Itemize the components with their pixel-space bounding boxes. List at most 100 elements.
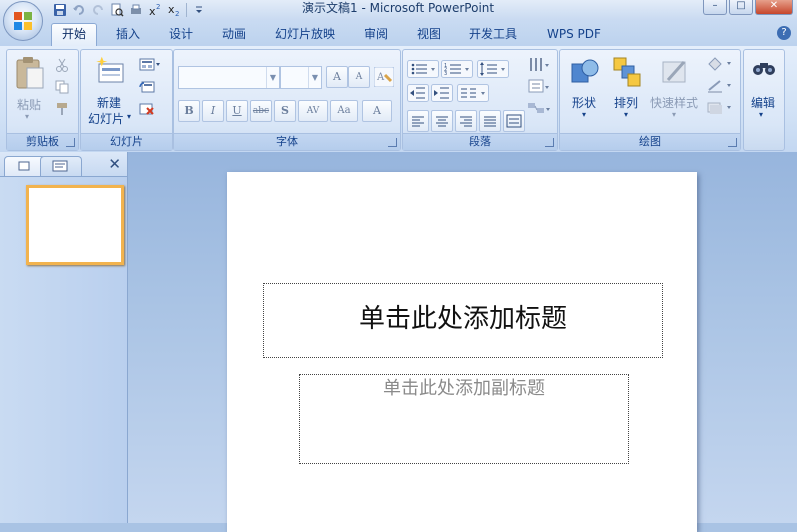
shapes-label: 形状: [572, 96, 597, 110]
tab-home[interactable]: 开始: [51, 23, 98, 47]
text-shadow-button[interactable]: S: [274, 100, 296, 122]
arrange-icon[interactable]: [612, 56, 642, 88]
delete-slide-icon[interactable]: [139, 102, 155, 116]
strikethrough-button[interactable]: abc: [250, 100, 272, 122]
align-left-button[interactable]: [407, 110, 429, 132]
redo-icon[interactable]: [90, 2, 106, 18]
increase-indent-icon[interactable]: [431, 84, 453, 102]
font-size-combo[interactable]: ▼: [280, 66, 322, 89]
help-icon[interactable]: ?: [777, 26, 791, 40]
font-name-combo[interactable]: ▼: [178, 66, 280, 89]
ribbon-tabs: 开始 插入 设计 动画 幻灯片放映 审阅 视图 开发工具 WPS PDF: [0, 20, 797, 47]
minimize-button[interactable]: –: [703, 0, 727, 15]
format-painter-icon[interactable]: [55, 102, 69, 116]
tab-insert[interactable]: 插入: [116, 26, 140, 46]
customize-toolbar-icon[interactable]: [191, 2, 207, 18]
underline-button[interactable]: U: [226, 100, 248, 122]
slide: 单击此处添加标题 单击此处添加副标题: [227, 172, 697, 532]
office-button[interactable]: [3, 1, 43, 41]
undo-icon[interactable]: [71, 2, 87, 18]
layout-icon[interactable]: [139, 58, 161, 72]
paste-dropdown-icon[interactable]: ▾: [25, 112, 29, 121]
distribute-button[interactable]: [503, 110, 525, 132]
tab-slideshow[interactable]: 幻灯片放映: [275, 26, 335, 46]
shrink-font-button[interactable]: A: [348, 66, 370, 88]
text-direction-icon[interactable]: [527, 56, 551, 74]
paste-icon[interactable]: [15, 56, 45, 90]
distribute-icon: [506, 114, 522, 128]
svg-text:2: 2: [175, 10, 179, 17]
clear-format-icon[interactable]: A: [374, 67, 394, 87]
title-bar: x2 x2 演示文稿1 - Microsoft PowerPoint – □ ✕: [0, 0, 797, 20]
shape-fill-icon[interactable]: [706, 56, 734, 72]
ribbon: 粘贴 ▾ 剪贴板 新建 幻灯片 ▾ 幻灯片 ▼ ▼ A A A B I U ab…: [0, 46, 797, 153]
align-center-button[interactable]: [431, 110, 453, 132]
numbering-icon[interactable]: 123: [441, 60, 473, 78]
editing-dropdown-icon[interactable]: ▾: [759, 110, 763, 119]
tab-outline-view[interactable]: [40, 156, 82, 176]
shape-effects-icon[interactable]: [706, 100, 734, 116]
maximize-button[interactable]: □: [729, 0, 753, 15]
quick-styles-label: 快速样式: [650, 96, 699, 110]
close-button[interactable]: ✕: [755, 0, 793, 15]
window-title: 演示文稿1 - Microsoft PowerPoint: [302, 1, 495, 15]
new-slide-icon[interactable]: [95, 56, 125, 86]
line-spacing-icon[interactable]: [477, 60, 509, 78]
align-text-icon[interactable]: [527, 78, 551, 96]
save-icon[interactable]: [52, 2, 68, 18]
paragraph-launcher-icon[interactable]: [545, 138, 554, 147]
svg-text:x: x: [168, 3, 175, 16]
justify-button[interactable]: [479, 110, 501, 132]
bold-button[interactable]: B: [178, 100, 200, 122]
toolbar-separator: [186, 3, 187, 17]
font-launcher-icon[interactable]: [388, 138, 397, 147]
svg-text:x: x: [149, 5, 156, 17]
quick-styles-icon[interactable]: [660, 56, 690, 88]
tab-animation[interactable]: 动画: [222, 26, 246, 46]
svg-text:3: 3: [444, 71, 447, 77]
copy-icon[interactable]: [55, 80, 69, 94]
tab-wps-pdf[interactable]: WPS PDF: [547, 26, 601, 46]
shape-outline-icon[interactable]: [706, 78, 734, 94]
office-logo-icon: [14, 12, 32, 30]
justify-icon: [484, 116, 496, 127]
font-color-button[interactable]: A: [362, 100, 392, 122]
columns-icon[interactable]: [457, 84, 489, 102]
shapes-icon[interactable]: [570, 56, 600, 88]
print-preview-icon[interactable]: [109, 2, 125, 18]
drawing-group: 形状 ▾ 排列 ▾ 快速样式 ▾ 绘图: [559, 49, 741, 151]
slide-thumbnail-1[interactable]: [26, 185, 124, 265]
italic-button[interactable]: I: [202, 100, 224, 122]
print-icon[interactable]: [128, 2, 144, 18]
drawing-launcher-icon[interactable]: [728, 138, 737, 147]
tab-view[interactable]: 视图: [417, 26, 441, 46]
tab-design[interactable]: 设计: [169, 26, 193, 46]
grow-font-button[interactable]: A: [326, 66, 348, 88]
reset-slide-icon[interactable]: [139, 80, 155, 94]
cut-icon[interactable]: [55, 58, 69, 72]
subscript-icon[interactable]: x2: [166, 2, 182, 18]
subtitle-placeholder[interactable]: 单击此处添加副标题: [299, 374, 629, 464]
character-spacing-button[interactable]: AV: [298, 100, 328, 122]
new-slide-dropdown-icon[interactable]: ▾: [127, 112, 131, 121]
quick-styles-dropdown-icon[interactable]: ▾: [672, 110, 676, 119]
smartart-icon[interactable]: [527, 100, 551, 118]
arrange-dropdown-icon[interactable]: ▾: [624, 110, 628, 119]
new-slide-label-1: 新建: [97, 96, 122, 110]
font-size-dropdown-icon[interactable]: ▼: [308, 67, 321, 88]
title-placeholder[interactable]: 单击此处添加标题: [263, 283, 663, 358]
svg-text:2: 2: [156, 3, 160, 11]
find-binoculars-icon[interactable]: [752, 58, 776, 78]
align-right-button[interactable]: [455, 110, 477, 132]
pane-close-icon[interactable]: ✕: [108, 155, 121, 173]
tab-developer[interactable]: 开发工具: [469, 26, 517, 46]
shapes-dropdown-icon[interactable]: ▾: [582, 110, 586, 119]
superscript-icon[interactable]: x2: [147, 2, 163, 18]
clipboard-launcher-icon[interactable]: [66, 138, 75, 147]
change-case-button[interactable]: Aa: [330, 100, 358, 122]
decrease-indent-icon[interactable]: [407, 84, 429, 102]
bullets-icon[interactable]: [407, 60, 439, 78]
font-name-dropdown-icon[interactable]: ▼: [266, 67, 279, 88]
slides-pane: ✕: [0, 152, 128, 523]
tab-review[interactable]: 审阅: [364, 26, 388, 46]
